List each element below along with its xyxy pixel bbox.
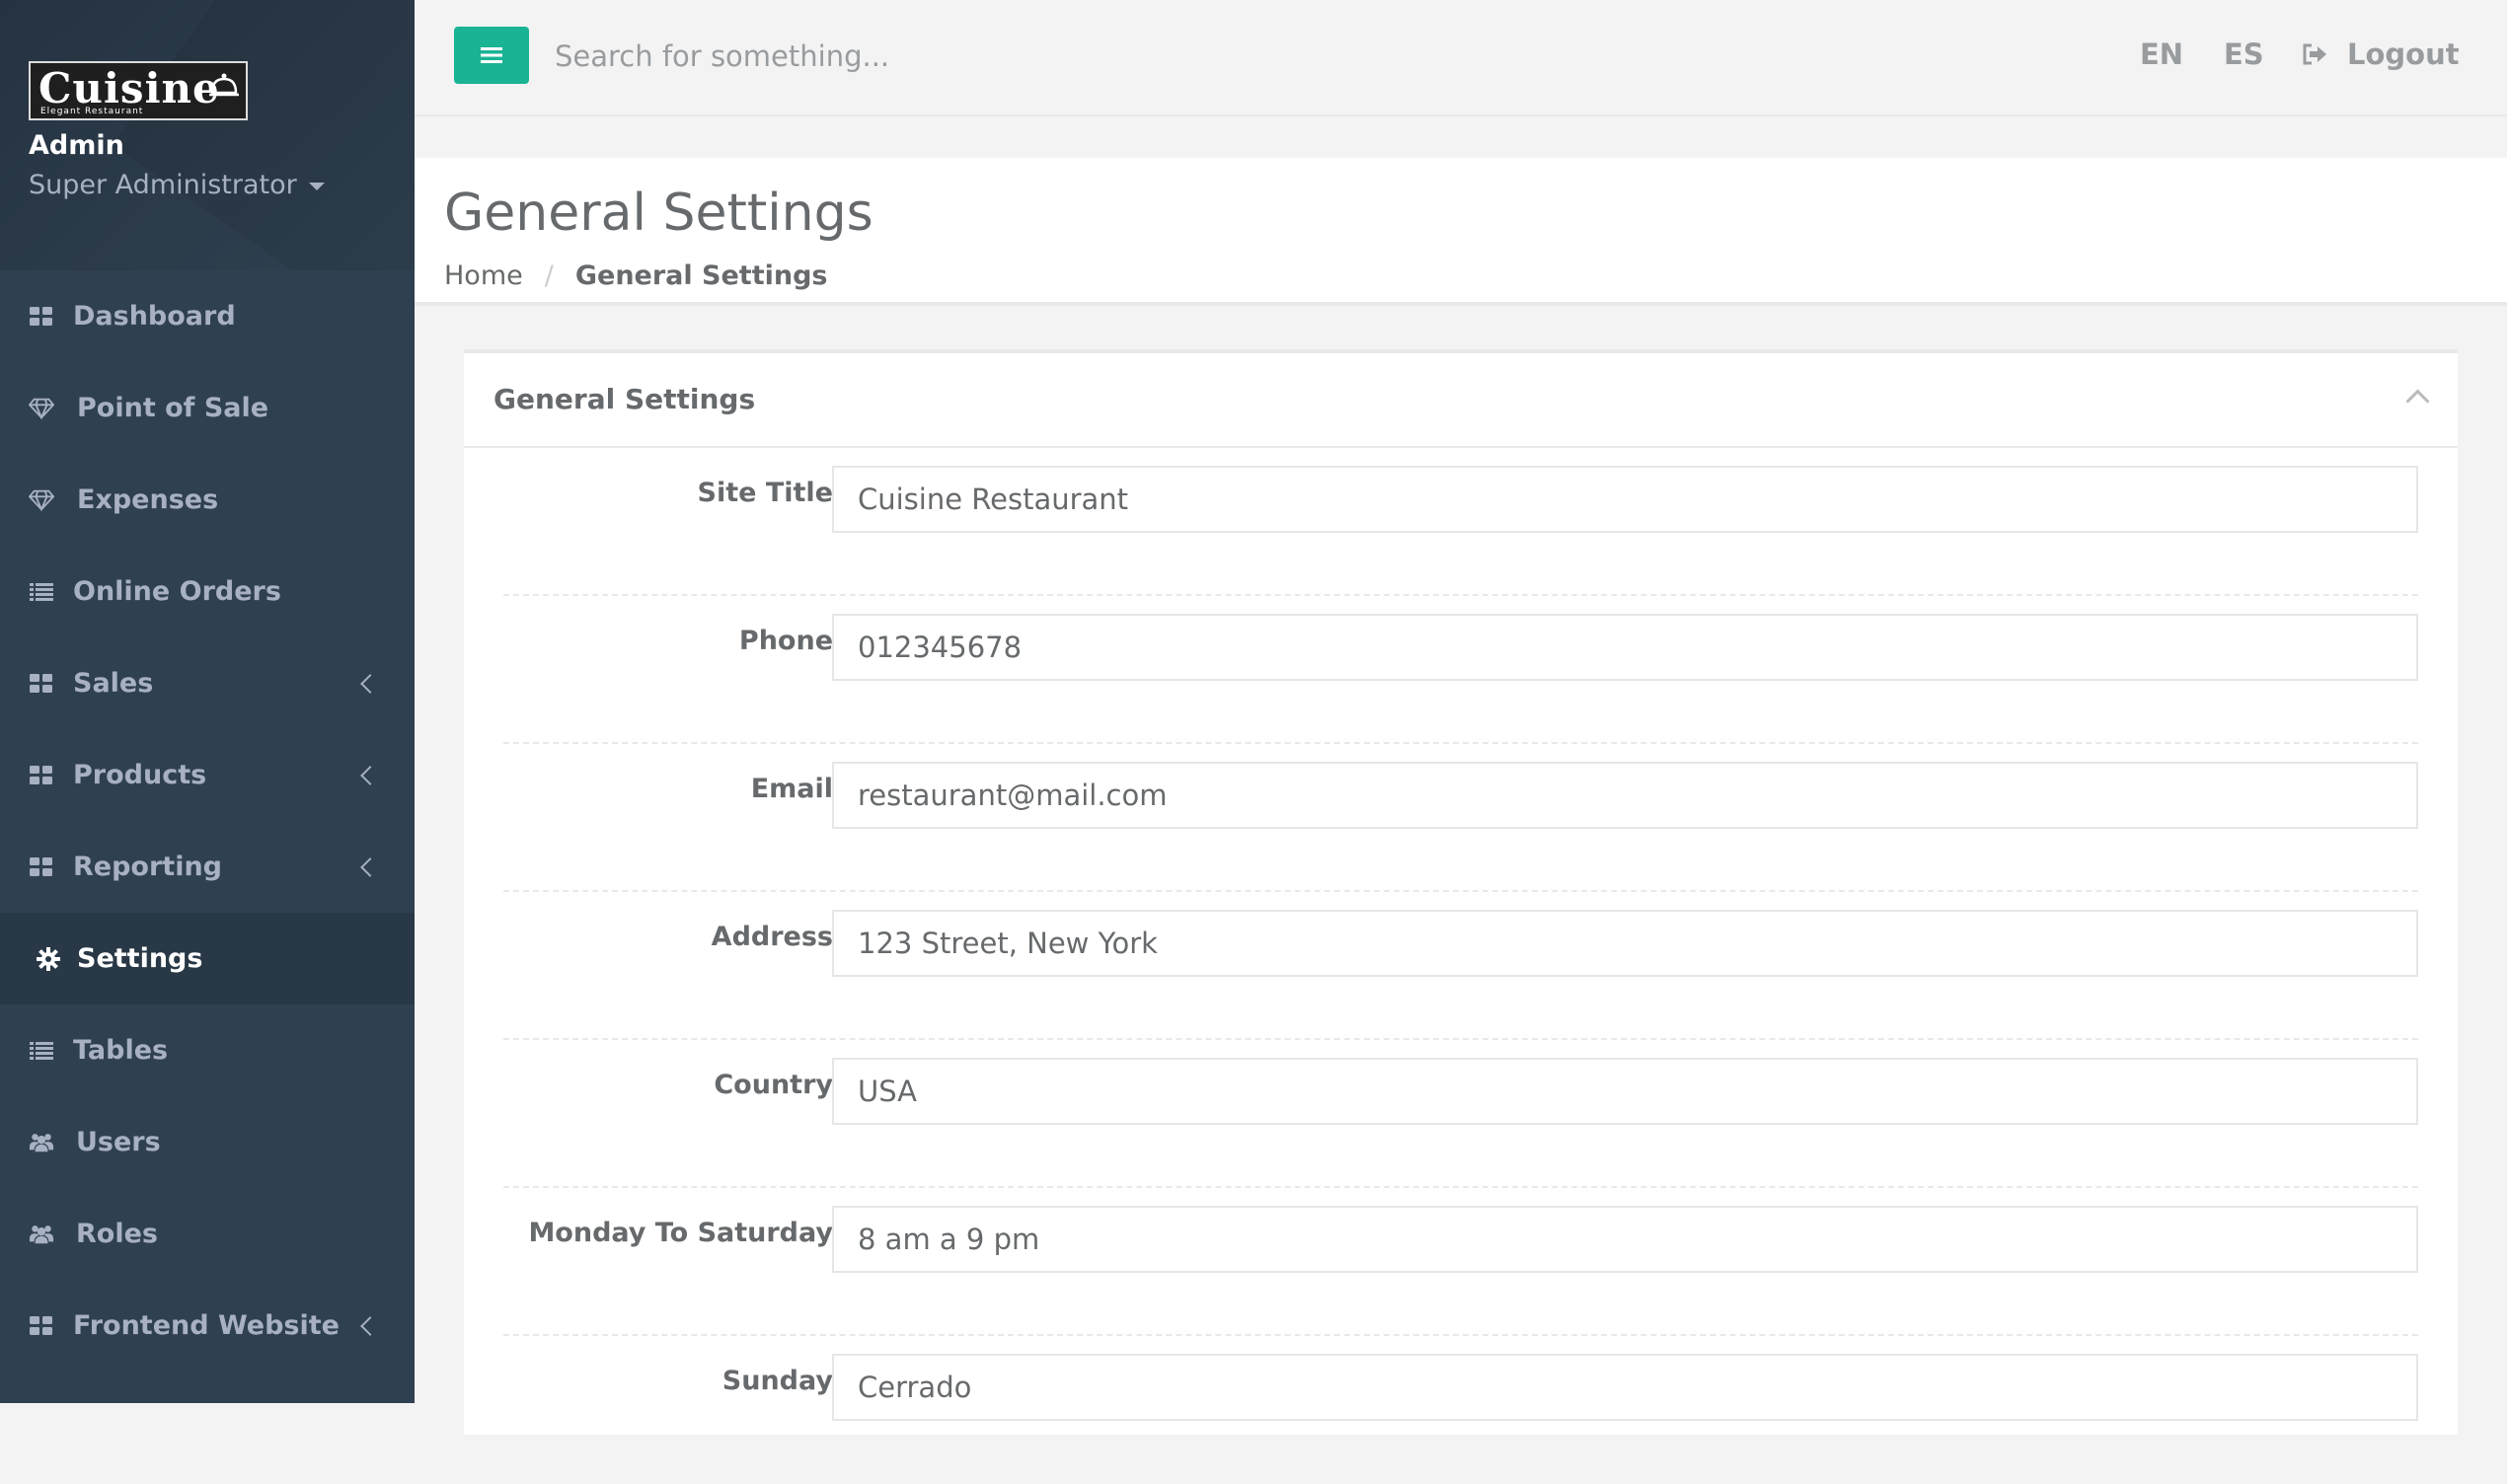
page-heading: General Settings Home / General Settings [415, 158, 2507, 306]
logout-link[interactable]: Logout [2300, 37, 2460, 71]
search-input[interactable] [553, 28, 1346, 85]
site-title-label: Site Title [697, 478, 833, 508]
sidebar-item-online-orders[interactable]: Online Orders [0, 546, 415, 637]
sidebar-item-label: Sales [73, 668, 154, 699]
sidebar-item-label: Frontend Website [73, 1310, 340, 1341]
form-row-sunday: Sunday [503, 1336, 2418, 1484]
caret-down-icon [308, 182, 325, 190]
breadcrumb-separator: / [544, 260, 554, 291]
grid-icon [29, 763, 54, 788]
breadcrumb: Home / General Settings [444, 260, 828, 291]
site-title-input[interactable] [832, 466, 2418, 533]
language-en-link[interactable]: EN [2140, 37, 2183, 71]
sunday-input[interactable] [832, 1354, 2418, 1421]
sidebar-item-dashboard[interactable]: Dashboard [0, 270, 415, 362]
sidebar-item-label: Tables [73, 1035, 169, 1066]
diamond-icon [29, 396, 54, 421]
general-settings-panel: General Settings Site Title Phone Email … [464, 349, 2458, 1435]
country-label: Country [714, 1070, 833, 1100]
monday-to-saturday-label: Monday To Saturday [528, 1218, 833, 1248]
chevron-up-icon[interactable] [2405, 389, 2430, 413]
top-navbar: EN ES Logout [415, 0, 2507, 116]
chevron-left-icon [360, 856, 380, 877]
email-input[interactable] [832, 762, 2418, 829]
list-icon [29, 1038, 54, 1064]
logo-tagline: Elegant Restaurant [40, 107, 144, 116]
list-icon [29, 579, 54, 605]
profile-role-label: Super Administrator [29, 170, 297, 200]
gear-icon [36, 946, 61, 972]
page-title: General Settings [444, 184, 874, 243]
sidebar-item-label: Point of Sale [77, 393, 269, 423]
sidebar-item-expenses[interactable]: Expenses [0, 454, 415, 546]
phone-input[interactable] [832, 614, 2418, 681]
sidebar: Cuisine Elegant Restaurant Admin Super A… [0, 0, 415, 1403]
sidebar-item-label: Settings [77, 943, 203, 974]
phone-label: Phone [738, 626, 833, 656]
email-label: Email [750, 774, 833, 804]
users-icon [29, 1222, 54, 1247]
sidebar-item-label: Dashboard [73, 301, 236, 332]
sidebar-item-tables[interactable]: Tables [0, 1004, 415, 1096]
breadcrumb-home-link[interactable]: Home [444, 260, 523, 291]
profile-header: Cuisine Elegant Restaurant Admin Super A… [0, 0, 415, 270]
chevron-left-icon [360, 765, 380, 785]
menu-toggle-button[interactable] [454, 27, 529, 84]
profile-role-dropdown[interactable]: Super Administrator [29, 170, 325, 200]
sidebar-item-reporting[interactable]: Reporting [0, 821, 415, 913]
sidebar-item-products[interactable]: Products [0, 729, 415, 821]
users-icon [29, 1130, 54, 1155]
sidebar-item-label: Reporting [73, 852, 223, 882]
logout-label: Logout [2347, 37, 2460, 71]
monday-to-saturday-input[interactable] [832, 1206, 2418, 1273]
brand-logo[interactable]: Cuisine Elegant Restaurant [29, 61, 248, 120]
sidebar-item-frontend-website[interactable]: Frontend Website [0, 1280, 415, 1372]
diamond-icon [29, 487, 54, 513]
panel-title: General Settings [494, 383, 756, 415]
form-row-country: Country [503, 1040, 2418, 1188]
cloche-icon [209, 73, 239, 97]
grid-icon [29, 671, 54, 697]
sidebar-item-label: Online Orders [73, 576, 281, 607]
language-es-link[interactable]: ES [2224, 37, 2264, 71]
sign-out-icon [2303, 43, 2326, 65]
sidebar-item-settings[interactable]: Settings [0, 913, 415, 1004]
form-row-email: Email [503, 744, 2418, 892]
sunday-label: Sunday [722, 1366, 833, 1396]
sidebar-item-roles[interactable]: Roles [0, 1188, 415, 1280]
sidebar-item-sales[interactable]: Sales [0, 637, 415, 729]
profile-name[interactable]: Admin [29, 130, 124, 161]
address-label: Address [711, 922, 833, 952]
grid-icon [29, 854, 54, 880]
sidebar-item-label: Products [73, 760, 207, 790]
address-input[interactable] [832, 910, 2418, 977]
sidebar-item-label: Users [76, 1127, 161, 1157]
sidebar-item-users[interactable]: Users [0, 1096, 415, 1188]
form-row-phone: Phone [503, 596, 2418, 744]
breadcrumb-current: General Settings [574, 260, 828, 291]
logo-brand-text: Cuisine [38, 64, 220, 112]
chevron-left-icon [360, 1315, 380, 1336]
sidebar-nav: Dashboard Point of Sale Expenses Online … [0, 270, 415, 1372]
chevron-left-icon [360, 673, 380, 694]
form-row-site-title: Site Title [503, 448, 2418, 596]
grid-icon [29, 1313, 54, 1339]
hamburger-icon [481, 47, 502, 63]
panel-header: General Settings [464, 353, 2458, 448]
form-row-address: Address [503, 892, 2418, 1040]
sidebar-item-point-of-sale[interactable]: Point of Sale [0, 362, 415, 454]
grid-icon [29, 304, 54, 330]
country-input[interactable] [832, 1058, 2418, 1125]
sidebar-item-label: Roles [76, 1219, 158, 1249]
sidebar-item-label: Expenses [77, 484, 219, 515]
form-row-monday-to-saturday: Monday To Saturday [503, 1188, 2418, 1336]
